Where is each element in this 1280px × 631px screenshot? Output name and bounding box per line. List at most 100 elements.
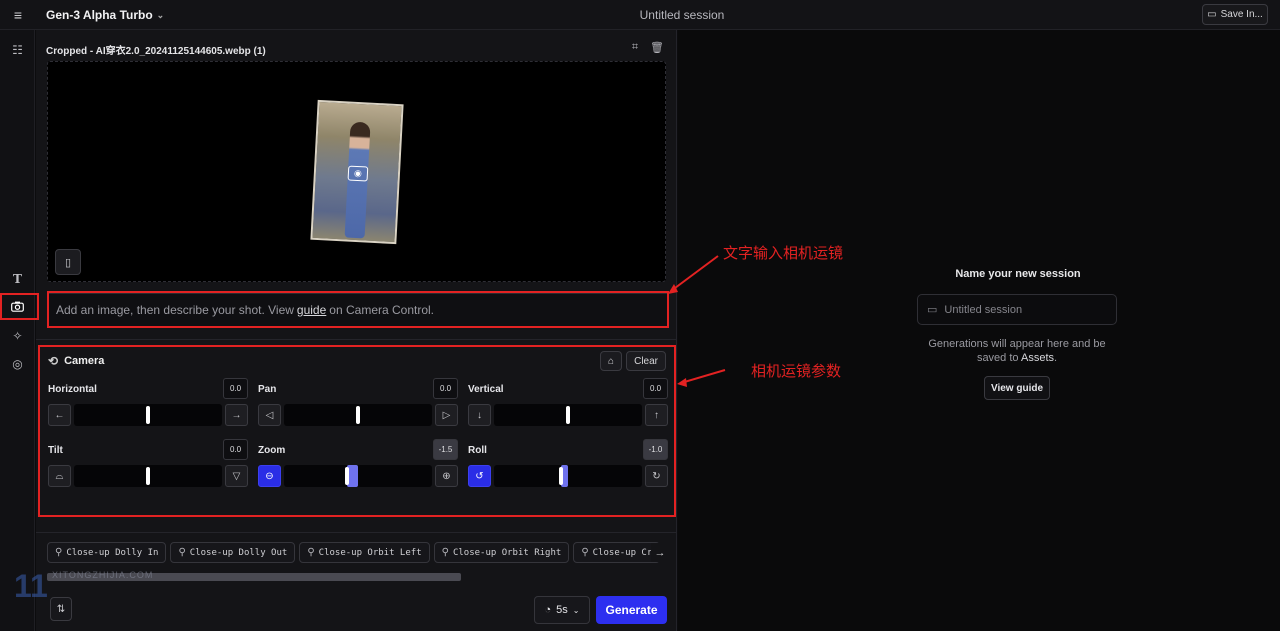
arrow-right-icon[interactable]: → bbox=[651, 543, 669, 562]
param-value-input[interactable]: -1.0 bbox=[643, 439, 668, 460]
camera-header: ⟲ Camera bbox=[48, 354, 104, 368]
annotation-label-camera-params: 相机运镜参数 bbox=[751, 362, 842, 380]
text-icon[interactable]: T bbox=[9, 270, 26, 287]
camera-move-icon: ⟲ bbox=[48, 354, 59, 368]
param-slider-row: ◁ ▷ bbox=[258, 404, 458, 426]
settings-sliders-icon[interactable]: ⇅ bbox=[50, 597, 72, 621]
preset-chip[interactable]: ⚲ Close-up Cr bbox=[573, 542, 661, 563]
preset-list: ⚲ Close-up Dolly In ⚲ Close-up Dolly Out ⚲ Cl… bbox=[47, 542, 669, 563]
preset-chip[interactable]: ⚲ Close-up Orbit Right bbox=[433, 542, 570, 563]
preset-chip[interactable]: ⚲ Close-up Dolly In bbox=[47, 542, 167, 563]
folder-icon: ▭ bbox=[927, 304, 938, 316]
file-actions: ⌗ 🗑 bbox=[632, 41, 664, 54]
save-in-button[interactable]: ▭ Save In... bbox=[1202, 4, 1268, 25]
generate-button[interactable]: Generate bbox=[596, 596, 667, 624]
graduation-cap-icon: ⌂ bbox=[608, 355, 615, 367]
param-vertical: Vertical 0.0 ↓ ↑ bbox=[468, 378, 668, 434]
param-label: Vertical bbox=[468, 384, 504, 395]
session-name-input[interactable]: ▭ Untitled session bbox=[917, 294, 1117, 325]
increase-icon[interactable]: ↻ bbox=[645, 465, 668, 487]
slider-handle[interactable] bbox=[146, 406, 150, 424]
assets-link[interactable]: Assets bbox=[1021, 352, 1054, 364]
view-guide-button[interactable]: View guide bbox=[984, 376, 1050, 400]
decrease-icon[interactable]: ↓ bbox=[468, 404, 491, 426]
param-slider-row: ⊖ ⊕ bbox=[258, 465, 458, 487]
lightbulb-icon: ⚲ bbox=[178, 547, 186, 558]
increase-icon[interactable]: ⊕ bbox=[435, 465, 458, 487]
param-zoom: Zoom -1.5 ⊖ ⊕ bbox=[258, 439, 458, 495]
param-pan: Pan 0.0 ◁ ▷ bbox=[258, 378, 458, 434]
decrease-icon[interactable]: ◁ bbox=[258, 404, 281, 426]
slider-handle[interactable] bbox=[356, 406, 360, 424]
slider-handle[interactable] bbox=[558, 467, 563, 485]
tool-sidebar: ☷ T ✧ ◎ bbox=[0, 30, 35, 631]
param-horizontal: Horizontal 0.0 ← → bbox=[48, 378, 248, 434]
camera-controls: ⟲ Camera ⌂ Clear Horizontal 0.0 ← → Pan 0.0 ◁ ▷… bbox=[42, 346, 674, 514]
session-title: Untitled session bbox=[639, 8, 725, 22]
camera-overlay-icon: ◉ bbox=[347, 165, 369, 182]
preset-label: Close-up Dolly In bbox=[66, 547, 159, 558]
image-preview[interactable]: ◉ ▯ bbox=[47, 61, 666, 282]
file-name: Cropped - AI穿衣2.0_20241125144605.webp (1… bbox=[46, 46, 266, 57]
guide-link[interactable]: guide bbox=[297, 303, 326, 317]
preset-chip[interactable]: ⚲ Close-up Dolly Out bbox=[170, 542, 296, 563]
learn-button[interactable]: ⌂ bbox=[600, 351, 623, 371]
decrease-icon[interactable]: ↺ bbox=[468, 465, 491, 487]
param-label: Zoom bbox=[258, 445, 286, 456]
preset-scrollbar[interactable] bbox=[47, 573, 461, 581]
increase-icon[interactable]: ↑ bbox=[645, 404, 668, 426]
camera-icon[interactable] bbox=[9, 298, 26, 315]
param-value-input[interactable]: 0.0 bbox=[223, 378, 248, 399]
param-slider[interactable] bbox=[284, 404, 432, 426]
param-slider-row: ↺ ↻ bbox=[468, 465, 668, 487]
grid-icon[interactable]: ☷ bbox=[9, 41, 26, 58]
prompt-placeholder: Add an image, then describe your shot. V… bbox=[56, 303, 294, 317]
lightbulb-icon: ⚲ bbox=[441, 547, 449, 558]
camera-title: Camera bbox=[64, 355, 105, 367]
param-label: Roll bbox=[468, 445, 487, 456]
duration-selector[interactable]: ◔ 5s ⌄ bbox=[534, 596, 590, 624]
folder-icon: ▭ bbox=[1207, 9, 1217, 20]
increase-icon[interactable]: → bbox=[225, 404, 248, 426]
param-slider[interactable] bbox=[74, 465, 222, 487]
param-value-input[interactable]: 0.0 bbox=[643, 378, 668, 399]
crop-icon[interactable]: ⌗ bbox=[632, 41, 638, 54]
prompt-input[interactable]: Add an image, then describe your shot. V… bbox=[48, 293, 668, 327]
session-panel: Name your new session ▭ Untitled session… bbox=[678, 30, 1280, 631]
param-tilt: Tilt 0.0 ⌓ ▽ bbox=[48, 439, 248, 495]
annotation-label-text-camera: 文字输入相机运镜 bbox=[723, 244, 844, 262]
param-slider[interactable] bbox=[494, 404, 642, 426]
param-slider-row: ⌓ ▽ bbox=[48, 465, 248, 487]
trash-icon[interactable]: 🗑 bbox=[650, 41, 664, 54]
duration-value: 5s bbox=[556, 604, 568, 616]
generations-note: Generations will appear here and be save… bbox=[917, 337, 1117, 365]
model-selector[interactable]: Gen-3 Alpha Turbo ⌄ bbox=[46, 8, 164, 22]
lightbulb-icon: ⚲ bbox=[55, 547, 63, 558]
param-value-input[interactable]: 0.0 bbox=[223, 439, 248, 460]
decrease-icon[interactable]: ⌓ bbox=[48, 465, 71, 487]
increase-icon[interactable]: ▷ bbox=[435, 404, 458, 426]
preset-label: Close-up Orbit Left bbox=[318, 547, 422, 558]
param-value-input[interactable]: 0.0 bbox=[433, 378, 458, 399]
slider-handle[interactable] bbox=[344, 467, 349, 485]
magic-icon[interactable]: ✧ bbox=[9, 327, 26, 344]
param-slider[interactable] bbox=[284, 465, 432, 487]
slider-handle[interactable] bbox=[146, 467, 150, 485]
preset-chip[interactable]: ⚲ Close-up Orbit Left bbox=[299, 542, 430, 563]
slider-handle[interactable] bbox=[566, 406, 570, 424]
decrease-icon[interactable]: ⊖ bbox=[258, 465, 281, 487]
param-value-input[interactable]: -1.5 bbox=[433, 439, 458, 460]
clear-button[interactable]: Clear bbox=[626, 351, 666, 371]
preset-label: Close-up Orbit Right bbox=[452, 547, 562, 558]
param-slider[interactable] bbox=[74, 404, 222, 426]
menu-icon[interactable]: ≡ bbox=[10, 7, 26, 23]
increase-icon[interactable]: ▽ bbox=[225, 465, 248, 487]
new-session-title: Name your new session bbox=[955, 268, 1081, 280]
param-slider[interactable] bbox=[494, 465, 642, 487]
uploaded-image: ◉ bbox=[310, 99, 404, 245]
input-panel: Cropped - AI穿衣2.0_20241125144605.webp (1… bbox=[36, 30, 677, 631]
mouse-icon[interactable]: ▯ bbox=[55, 249, 81, 275]
decrease-icon[interactable]: ← bbox=[48, 404, 71, 426]
top-bar: ≡ Gen-3 Alpha Turbo ⌄ Untitled session ▭… bbox=[0, 0, 1280, 30]
film-icon[interactable]: ◎ bbox=[9, 355, 26, 372]
